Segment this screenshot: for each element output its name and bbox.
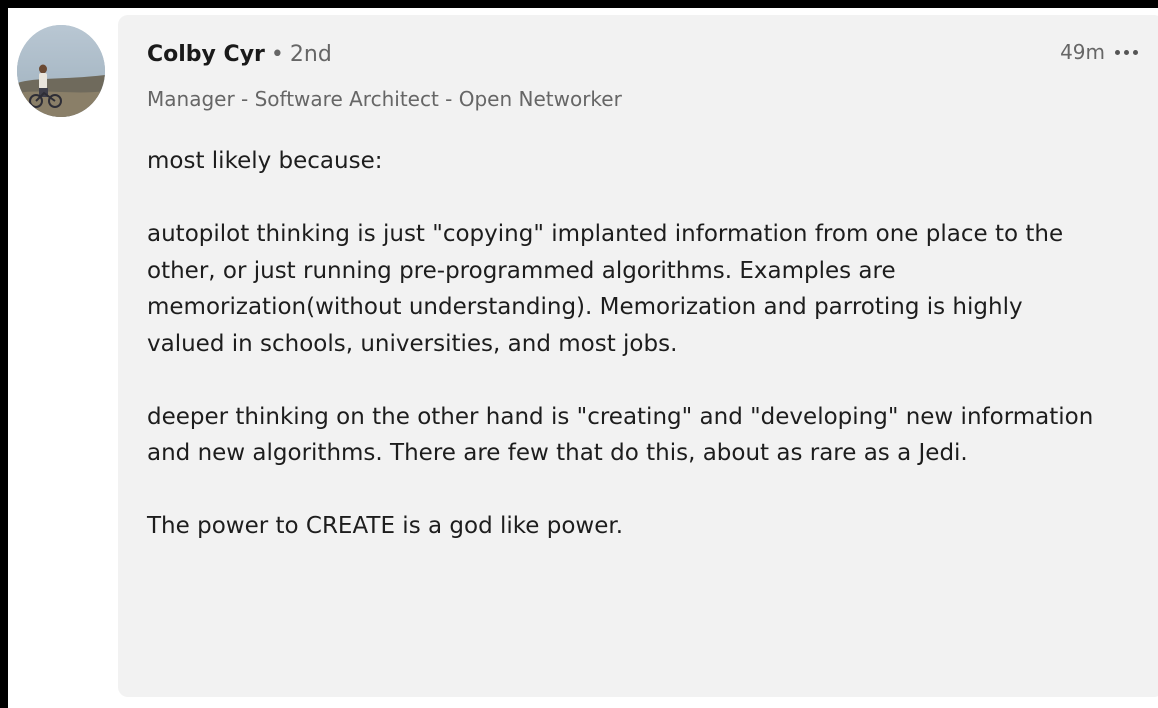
more-dot: [1124, 49, 1129, 55]
author-headline: Manager - Software Architect - Open Netw…: [147, 87, 622, 111]
profile-photo-icon: [17, 25, 105, 117]
comment-text: most likely because: autopilot thinking …: [147, 143, 1107, 545]
comment-paragraph: The power to CREATE is a god like power.: [147, 513, 624, 539]
comment-paragraph: deeper thinking on the other hand is "cr…: [147, 403, 1094, 467]
author-line: Colby Cyr • 2nd: [147, 42, 332, 67]
ellipsis-horizontal-icon[interactable]: [1115, 48, 1138, 57]
comment-meta: 49m: [1060, 40, 1138, 64]
comment-paragraph: autopilot thinking is just "copying" imp…: [147, 221, 1064, 357]
comment-card: Colby Cyr • 2nd 49m Manager - Software Arc…: [118, 15, 1158, 697]
comment-paragraph: most likely because:: [147, 148, 383, 174]
author-name[interactable]: Colby Cyr: [147, 42, 265, 67]
comment-timestamp: 49m: [1060, 40, 1105, 64]
avatar[interactable]: [17, 25, 105, 117]
window-left-edge: [0, 0, 8, 708]
connection-degree: 2nd: [289, 42, 332, 67]
more-dot: [1115, 49, 1120, 55]
degree-separator: •: [270, 42, 284, 67]
window-top-edge: [0, 0, 1158, 8]
more-dot: [1133, 49, 1138, 55]
